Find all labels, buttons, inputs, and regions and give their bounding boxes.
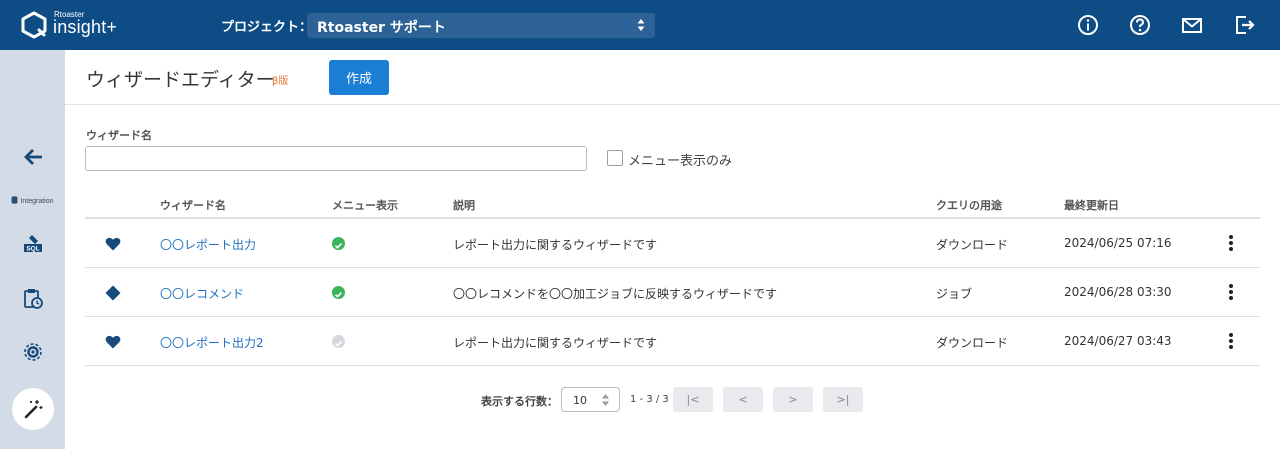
sidebar-sql[interactable]: SQL bbox=[0, 233, 65, 253]
wizard-name-link[interactable]: 〇〇レコメンド bbox=[160, 285, 244, 302]
usage-cell: ダウンロード bbox=[936, 238, 1009, 252]
next-page-button[interactable]: > bbox=[773, 387, 813, 412]
back-arrow-icon bbox=[23, 149, 42, 165]
heart-icon[interactable] bbox=[105, 236, 121, 252]
sidebar-back[interactable] bbox=[0, 147, 65, 167]
updated-cell: 2024/06/25 07:16 bbox=[1064, 236, 1172, 250]
row-menu-icon[interactable] bbox=[1225, 283, 1237, 303]
diamond-icon[interactable] bbox=[105, 285, 121, 301]
magic-wand-icon bbox=[24, 400, 42, 419]
menu-status-on-icon bbox=[332, 237, 345, 250]
select-arrows-icon bbox=[602, 394, 609, 406]
menu-only-checkbox[interactable] bbox=[607, 150, 623, 166]
menu-status-off-icon bbox=[332, 335, 345, 348]
top-bar: Rtoaster insight+ プロジェクト： Rtoaster サポート bbox=[0, 0, 1280, 50]
sidebar: Integration SQL bbox=[0, 50, 65, 449]
last-page-button[interactable]: >| bbox=[823, 387, 863, 412]
column-header-updated[interactable]: 最終更新日 bbox=[1064, 197, 1119, 213]
create-button[interactable]: 作成 bbox=[329, 60, 389, 95]
app-logo[interactable]: Rtoaster insight+ bbox=[20, 9, 130, 41]
row-menu-icon[interactable] bbox=[1225, 332, 1237, 352]
sidebar-wizard[interactable] bbox=[0, 398, 65, 420]
logo-icon bbox=[21, 11, 47, 39]
page-title: ウィザードエディター bbox=[86, 69, 275, 91]
column-header-menu[interactable]: メニュー表示 bbox=[332, 197, 398, 213]
sidebar-schedule[interactable] bbox=[0, 288, 65, 310]
column-header-description[interactable]: 説明 bbox=[453, 197, 475, 213]
table-row[interactable]: 〇〇レポート出力2 レポート出力に関するウィザードです ダウンロード 2024/… bbox=[85, 317, 1260, 366]
sql-icon: SQL bbox=[23, 235, 42, 253]
svg-text:SQL: SQL bbox=[26, 246, 39, 253]
rows-per-page-value: 10 bbox=[573, 394, 587, 407]
usage-cell: ジョブ bbox=[936, 287, 973, 301]
prev-page-button[interactable]: < bbox=[723, 387, 763, 412]
project-select-value: Rtoaster サポート bbox=[317, 20, 446, 36]
row-menu-icon[interactable] bbox=[1225, 234, 1237, 254]
first-page-button[interactable]: |< bbox=[673, 387, 713, 412]
brand-name: insight+ bbox=[53, 17, 118, 37]
menu-only-label: メニュー表示のみ bbox=[628, 154, 733, 169]
project-select[interactable]: Rtoaster サポート bbox=[307, 13, 655, 38]
table-row[interactable]: 〇〇レポート出力 レポート出力に関するウィザードです ダウンロード 2024/0… bbox=[85, 219, 1260, 268]
page-range: 1 - 3 / 3 bbox=[630, 394, 669, 405]
wizard-name-link[interactable]: 〇〇レポート出力 bbox=[160, 236, 256, 253]
database-icon bbox=[11, 196, 18, 204]
wizard-name-filter-label: ウィザード名 bbox=[86, 129, 152, 142]
select-arrows-icon bbox=[637, 19, 645, 31]
logout-icon[interactable] bbox=[1234, 14, 1256, 36]
sidebar-settings[interactable] bbox=[0, 341, 65, 363]
integration-label: Integration bbox=[0, 196, 65, 205]
info-icon[interactable] bbox=[1077, 14, 1099, 36]
wizard-name-link[interactable]: 〇〇レポート出力2 bbox=[160, 334, 264, 351]
description-cell: レポート出力に関するウィザードです bbox=[453, 336, 658, 350]
description-cell: 〇〇レコメンドを〇〇加工ジョブに反映するウィザードです bbox=[453, 287, 778, 301]
help-icon[interactable] bbox=[1129, 14, 1151, 36]
page-header: ウィザードエディター β版 作成 bbox=[65, 50, 1280, 105]
clipboard-clock-icon bbox=[23, 289, 43, 309]
wizard-name-filter-input[interactable] bbox=[85, 146, 587, 171]
project-label: プロジェクト： bbox=[221, 20, 313, 35]
updated-cell: 2024/06/27 03:43 bbox=[1064, 334, 1172, 348]
settings-gear-icon bbox=[23, 343, 42, 361]
integration-text: Integration bbox=[20, 198, 54, 205]
heart-icon[interactable] bbox=[105, 334, 121, 350]
rows-per-page-select[interactable]: 10 bbox=[561, 387, 620, 412]
table-row[interactable]: 〇〇レコメンド 〇〇レコメンドを〇〇加工ジョブに反映するウィザードです ジョブ … bbox=[85, 268, 1260, 317]
column-header-usage[interactable]: クエリの用途 bbox=[936, 197, 1002, 213]
beta-badge: β版 bbox=[272, 76, 289, 87]
column-header-name[interactable]: ウィザード名 bbox=[160, 197, 226, 213]
description-cell: レポート出力に関するウィザードです bbox=[453, 238, 658, 252]
updated-cell: 2024/06/28 03:30 bbox=[1064, 285, 1172, 299]
menu-status-on-icon bbox=[332, 286, 345, 299]
mail-icon[interactable] bbox=[1181, 14, 1203, 36]
rows-per-page-label: 表示する行数： bbox=[481, 395, 558, 408]
usage-cell: ダウンロード bbox=[936, 336, 1009, 350]
